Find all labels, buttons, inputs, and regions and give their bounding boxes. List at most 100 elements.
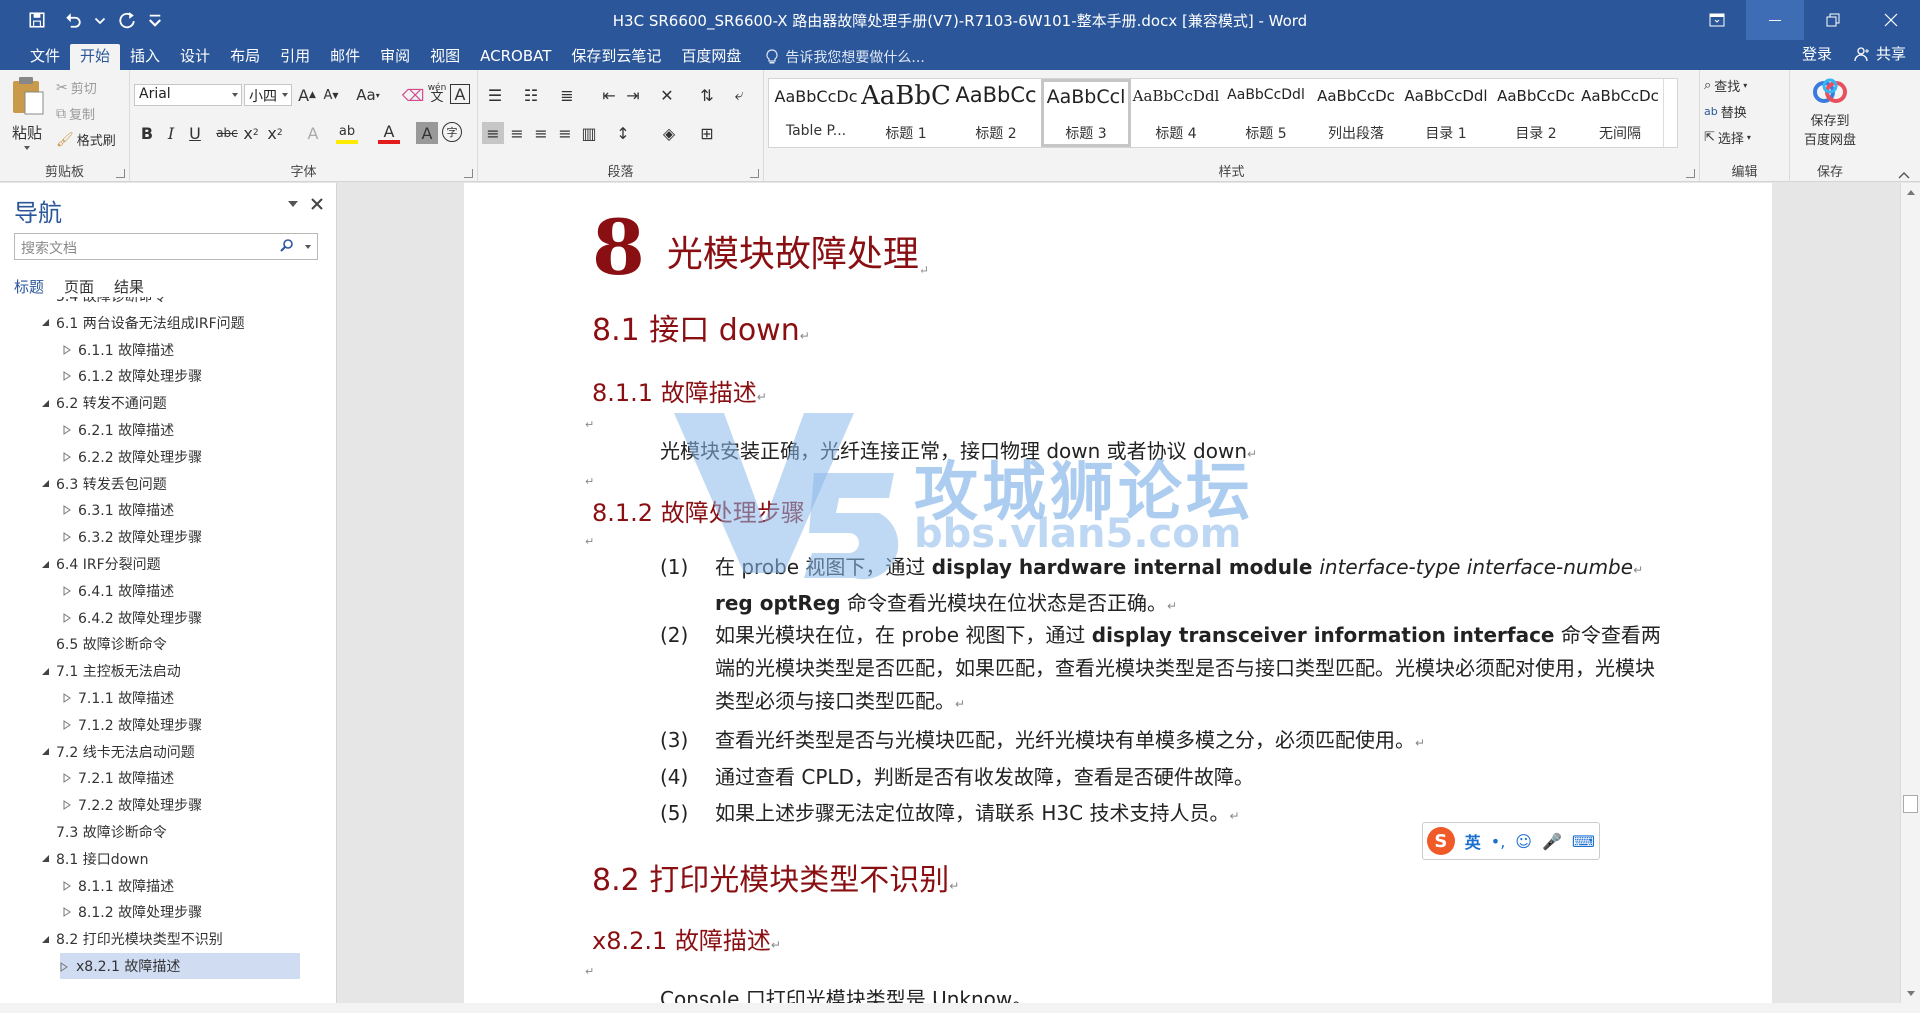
share-button[interactable]: 共享 <box>1854 43 1906 64</box>
document-scrollbar[interactable] <box>1900 183 1920 1003</box>
ime-mode[interactable]: 英 <box>1465 829 1481 853</box>
font-family-select[interactable]: Arial <box>134 84 242 106</box>
tab-view[interactable]: 视图 <box>420 44 470 70</box>
sort-icon[interactable]: ⇅ <box>696 84 718 106</box>
nav-heading-item[interactable]: 6.3 转发丢包问题 <box>0 471 320 497</box>
align-right-icon[interactable]: ≡ <box>530 122 552 144</box>
nav-heading-item[interactable]: 7.1 主控板无法启动 <box>0 658 320 684</box>
nav-heading-item[interactable]: 8.1.2 故障处理步骤 <box>0 899 320 925</box>
tab-home[interactable]: 开始 <box>70 44 121 70</box>
styles-launcher-icon[interactable] <box>1686 169 1695 178</box>
tab-file[interactable]: 文件 <box>20 44 70 70</box>
expanded-triangle-icon[interactable] <box>38 852 52 866</box>
distributed-icon[interactable]: ▥ <box>578 122 600 144</box>
tab-acrobat[interactable]: ACROBAT <box>470 44 561 70</box>
font-size-select[interactable]: 小四 <box>244 84 292 106</box>
minimize-button[interactable] <box>1746 0 1804 40</box>
nav-heading-item[interactable]: 5.4 故障诊断命令 <box>0 297 320 309</box>
collapsed-triangle-icon[interactable] <box>60 798 74 812</box>
emoji-icon[interactable]: ☺ <box>1515 832 1532 851</box>
nav-heading-item[interactable]: 7.1.2 故障处理步骤 <box>0 712 320 738</box>
borders-icon[interactable]: ⊞ <box>696 122 718 144</box>
nav-tab-results[interactable]: 结果 <box>114 276 144 297</box>
bold-icon[interactable]: B <box>136 122 158 144</box>
microphone-icon[interactable]: 🎤 <box>1542 832 1562 851</box>
expanded-triangle-icon[interactable] <box>38 316 52 330</box>
align-left-icon[interactable]: ≡ <box>482 122 504 144</box>
bullets-icon[interactable]: ☰ <box>484 84 506 106</box>
collapsed-triangle-icon[interactable] <box>60 879 74 893</box>
collapse-ribbon-icon[interactable] <box>1898 167 1910 179</box>
cut-button[interactable]: ✂ 剪切 <box>56 78 97 98</box>
nav-search-input[interactable]: 搜索文档 <box>14 233 318 260</box>
collapsed-triangle-icon[interactable] <box>60 691 74 705</box>
nav-heading-item[interactable]: 6.4.1 故障描述 <box>0 578 320 604</box>
login-link[interactable]: 登录 <box>1802 43 1832 64</box>
scroll-down-icon[interactable] <box>1901 985 1920 1001</box>
nav-heading-item[interactable]: 6.4 IRF分裂问题 <box>0 551 320 577</box>
subscript-icon[interactable]: x2 <box>240 122 262 144</box>
replace-button[interactable]: ab 替换 <box>1704 102 1747 121</box>
nav-heading-item[interactable]: 8.1 接口down <box>0 846 320 872</box>
collapsed-triangle-icon[interactable] <box>60 718 74 732</box>
nav-heading-item[interactable]: 6.4.2 故障处理步骤 <box>0 605 320 631</box>
nav-heading-item[interactable]: 6.1 两台设备无法组成IRF问题 <box>0 310 320 336</box>
nav-heading-item[interactable]: 6.2 转发不通问题 <box>0 390 320 416</box>
nav-heading-item[interactable]: 7.2.2 故障处理步骤 <box>0 792 320 818</box>
nav-heading-item[interactable]: 7.2 线卡无法启动问题 <box>0 739 320 765</box>
expanded-triangle-icon[interactable] <box>38 932 52 946</box>
collapsed-triangle-icon[interactable] <box>60 450 74 464</box>
collapsed-triangle-icon[interactable] <box>60 905 74 919</box>
scroll-thumb[interactable] <box>1903 795 1918 813</box>
shading-icon[interactable]: ◈ <box>658 122 680 144</box>
enclose-characters-icon[interactable]: 字 <box>442 122 462 142</box>
align-center-icon[interactable]: ≡ <box>506 122 528 144</box>
nav-heading-item[interactable]: 6.1.1 故障描述 <box>0 337 320 363</box>
text-effects-icon[interactable]: A <box>302 122 324 144</box>
expanded-triangle-icon[interactable] <box>38 557 52 571</box>
nav-heading-item[interactable]: 8.1.1 故障描述 <box>0 873 320 899</box>
nav-heading-item[interactable]: 7.2.1 故障描述 <box>0 765 320 791</box>
line-spacing-icon[interactable]: ↕ <box>612 122 634 144</box>
collapsed-triangle-icon[interactable] <box>60 369 74 383</box>
nav-heading-item[interactable]: 6.2.1 故障描述 <box>0 417 320 443</box>
numbering-icon[interactable]: ☷ <box>520 84 542 106</box>
clipboard-launcher-icon[interactable] <box>116 169 125 178</box>
paragraph-launcher-icon[interactable] <box>750 169 759 178</box>
close-icon[interactable] <box>310 197 324 211</box>
punctuation-icon[interactable]: •, <box>1491 832 1506 851</box>
select-button[interactable]: ⇱ 选择 ▾ <box>1704 128 1751 147</box>
nav-heading-item[interactable]: 6.2.2 故障处理步骤 <box>0 444 320 470</box>
tab-insert[interactable]: 插入 <box>120 44 170 70</box>
phonetic-guide-icon[interactable]: wén 文 <box>426 82 448 104</box>
multilevel-list-icon[interactable]: ≣ <box>556 84 578 106</box>
italic-icon[interactable]: I <box>160 122 182 144</box>
tab-baidu-netdisk[interactable]: 百度网盘 <box>671 44 751 70</box>
document-page[interactable]: 8 光模块故障处理 ↵ 8.1 接口 down↵ 8.1.1 故障描述↵ ↵ 光模块… <box>464 183 1772 1003</box>
nav-heading-item[interactable]: x8.2.1 故障描述 <box>60 953 300 979</box>
scroll-up-icon[interactable] <box>1901 185 1920 201</box>
increase-indent-icon[interactable]: ⇥ <box>622 84 644 106</box>
asian-layout-icon[interactable]: ✕ <box>656 84 678 106</box>
underline-icon[interactable]: U <box>184 122 206 144</box>
character-border-icon[interactable]: A <box>450 84 470 104</box>
ime-toolbar[interactable]: S 英 •, ☺ 🎤 ⌨ <box>1422 822 1600 860</box>
nav-scrollbar[interactable] <box>328 183 336 1003</box>
font-launcher-icon[interactable] <box>464 169 473 178</box>
tab-layout[interactable]: 布局 <box>220 44 270 70</box>
nav-heading-item[interactable]: 6.1.2 故障处理步骤 <box>0 363 320 389</box>
tell-me-box[interactable]: 告诉我您想要做什么... <box>751 44 925 70</box>
collapsed-triangle-icon[interactable] <box>60 530 74 544</box>
find-button[interactable]: ⌕ 查找 ▾ <box>1704 76 1747 95</box>
highlight-icon[interactable]: ab <box>336 122 358 144</box>
paste-button[interactable]: 粘贴 <box>8 76 48 154</box>
nav-heading-item[interactable]: 6.3.2 故障处理步骤 <box>0 524 320 550</box>
grow-font-icon[interactable]: A ▲ <box>296 84 318 106</box>
justify-icon[interactable]: ≡ <box>554 122 576 144</box>
expanded-triangle-icon[interactable] <box>38 745 52 759</box>
tab-cloud-note[interactable]: 保存到云笔记 <box>561 44 671 70</box>
expanded-triangle-icon[interactable] <box>38 396 52 410</box>
shrink-font-icon[interactable]: A ▼ <box>320 84 342 106</box>
nav-heading-item[interactable]: 6.3.1 故障描述 <box>0 497 320 523</box>
collapsed-triangle-icon[interactable] <box>60 771 74 785</box>
